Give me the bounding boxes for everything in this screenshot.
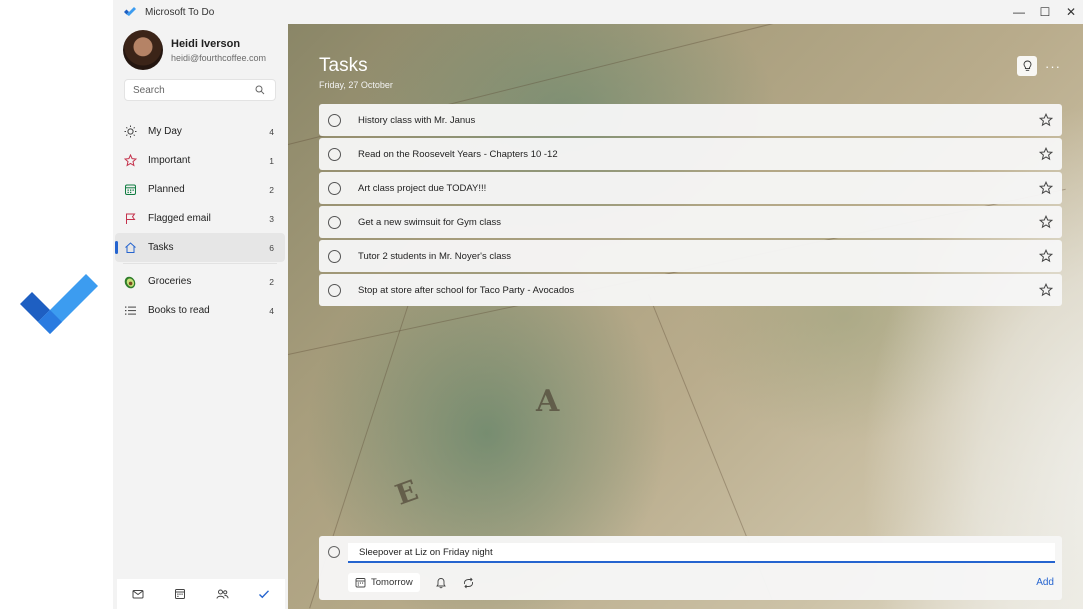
sidebar-item-flagged-email[interactable]: Flagged email 3 [115, 204, 285, 233]
top-actions: ··· [1017, 56, 1063, 76]
add-task-tools: Tomorrow [348, 573, 476, 592]
mail-icon[interactable] [131, 587, 145, 601]
main-panel: A E Tasks Friday, 27 October ··· History… [288, 24, 1083, 609]
complete-task-checkbox[interactable] [328, 113, 341, 127]
suggestions-button[interactable] [1017, 56, 1037, 76]
add-task-input[interactable] [348, 543, 1055, 563]
lightbulb-icon [1023, 60, 1031, 71]
sidebar-item-label: My Day [148, 126, 182, 137]
star-icon[interactable] [1039, 113, 1053, 127]
window-title: Microsoft To Do [145, 6, 215, 18]
todo-check-icon[interactable] [257, 587, 271, 601]
sidebar-item-label: Books to read [148, 305, 210, 316]
add-task-circle [328, 546, 340, 558]
task-item[interactable]: Read on the Roosevelt Years - Chapters 1… [319, 138, 1062, 170]
task-title: Art class project due TODAY!!! [358, 182, 487, 194]
task-title: Stop at store after school for Taco Part… [358, 284, 575, 296]
star-icon[interactable] [1039, 181, 1053, 195]
page-date: Friday, 27 October [319, 80, 393, 90]
sidebar: Heidi Iverson heidi@fourthcoffee.com My … [113, 24, 288, 609]
search-box[interactable] [124, 79, 276, 101]
avocado-icon [123, 275, 137, 289]
profile-name: Heidi Iverson [171, 37, 241, 50]
complete-task-checkbox[interactable] [328, 147, 341, 161]
page-title: Tasks [319, 55, 368, 76]
profile-email: heidi@fourthcoffee.com [171, 52, 267, 63]
sidebar-item-count: 2 [269, 276, 274, 287]
task-item[interactable]: Stop at store after school for Taco Part… [319, 274, 1062, 306]
window-controls: — ☐ ✕ [1005, 0, 1083, 24]
profile-text: Heidi Iverson heidi@fourthcoffee.com [171, 38, 266, 63]
more-options-button[interactable]: ··· [1043, 56, 1063, 76]
todo-app-icon [124, 7, 136, 16]
task-title: History class with Mr. Janus [358, 114, 476, 126]
complete-task-checkbox[interactable] [328, 249, 341, 263]
task-list: History class with Mr. Janus Read on the… [319, 104, 1062, 308]
title-bar: Microsoft To Do — ☐ ✕ [113, 0, 1083, 24]
task-item[interactable]: Tutor 2 students in Mr. Noyer's class [319, 240, 1062, 272]
sidebar-item-planned[interactable]: Planned 2 [115, 175, 285, 204]
sidebar-item-label: Flagged email [148, 213, 211, 224]
minimize-button[interactable]: — [1007, 0, 1031, 24]
app-switcher-bar [117, 579, 285, 609]
map-letter: A [536, 384, 560, 419]
sidebar-item-books-to-read[interactable]: Books to read 4 [115, 296, 285, 325]
calendar-app-icon[interactable] [173, 587, 187, 601]
todo-logo-icon [20, 274, 98, 334]
calendar-icon [355, 578, 366, 588]
reminder-bell-icon[interactable] [434, 576, 448, 590]
avatar [123, 30, 163, 70]
sidebar-item-label: Important [148, 155, 191, 166]
sidebar-item-count: 2 [269, 184, 274, 195]
complete-task-checkbox[interactable] [328, 283, 341, 297]
sidebar-item-count: 1 [269, 155, 274, 166]
sidebar-item-count: 4 [269, 126, 274, 137]
search-input[interactable] [133, 84, 251, 96]
sidebar-item-groceries[interactable]: Groceries 2 [115, 267, 285, 296]
star-icon [123, 154, 137, 168]
sidebar-item-label: Tasks [148, 242, 174, 253]
sidebar-item-count: 4 [269, 305, 274, 316]
star-icon[interactable] [1039, 147, 1053, 161]
sidebar-item-count: 6 [269, 242, 274, 253]
sun-icon [123, 125, 137, 139]
task-item[interactable]: History class with Mr. Janus [319, 104, 1062, 136]
due-date-label: Tomorrow [371, 577, 413, 588]
star-icon[interactable] [1039, 215, 1053, 229]
add-task-button[interactable]: Add [1036, 577, 1054, 588]
map-letter: E [391, 473, 423, 512]
repeat-icon[interactable] [462, 576, 476, 590]
people-icon[interactable] [215, 587, 229, 601]
close-button[interactable]: ✕ [1059, 0, 1083, 24]
task-title: Get a new swimsuit for Gym class [358, 216, 502, 228]
profile[interactable]: Heidi Iverson heidi@fourthcoffee.com [123, 30, 266, 70]
flag-icon [123, 212, 137, 226]
due-date-button[interactable]: Tomorrow [348, 573, 420, 592]
sidebar-nav: My Day 4 Important 1 Planned 2 Flagged e… [115, 117, 285, 325]
sidebar-item-count: 3 [269, 213, 274, 224]
sidebar-item-tasks[interactable]: Tasks 6 [115, 233, 285, 262]
calendar-icon [123, 183, 137, 197]
star-icon[interactable] [1039, 249, 1053, 263]
sidebar-item-important[interactable]: Important 1 [115, 146, 285, 175]
complete-task-checkbox[interactable] [328, 215, 341, 229]
nav-divider [123, 263, 277, 264]
star-icon[interactable] [1039, 283, 1053, 297]
complete-task-checkbox[interactable] [328, 181, 341, 195]
task-title: Tutor 2 students in Mr. Noyer's class [358, 250, 511, 262]
task-item[interactable]: Art class project due TODAY!!! [319, 172, 1062, 204]
sidebar-item-my-day[interactable]: My Day 4 [115, 117, 285, 146]
app-window: Microsoft To Do — ☐ ✕ Heidi Iverson heid… [113, 0, 1083, 609]
home-icon [123, 241, 137, 255]
list-icon [123, 304, 137, 318]
sidebar-item-label: Planned [148, 184, 185, 195]
sidebar-item-label: Groceries [148, 276, 192, 287]
task-title: Read on the Roosevelt Years - Chapters 1… [358, 148, 558, 160]
search-icon [255, 85, 265, 95]
maximize-button[interactable]: ☐ [1033, 0, 1057, 24]
add-task-panel: Tomorrow Add [319, 536, 1062, 600]
task-item[interactable]: Get a new swimsuit for Gym class [319, 206, 1062, 238]
